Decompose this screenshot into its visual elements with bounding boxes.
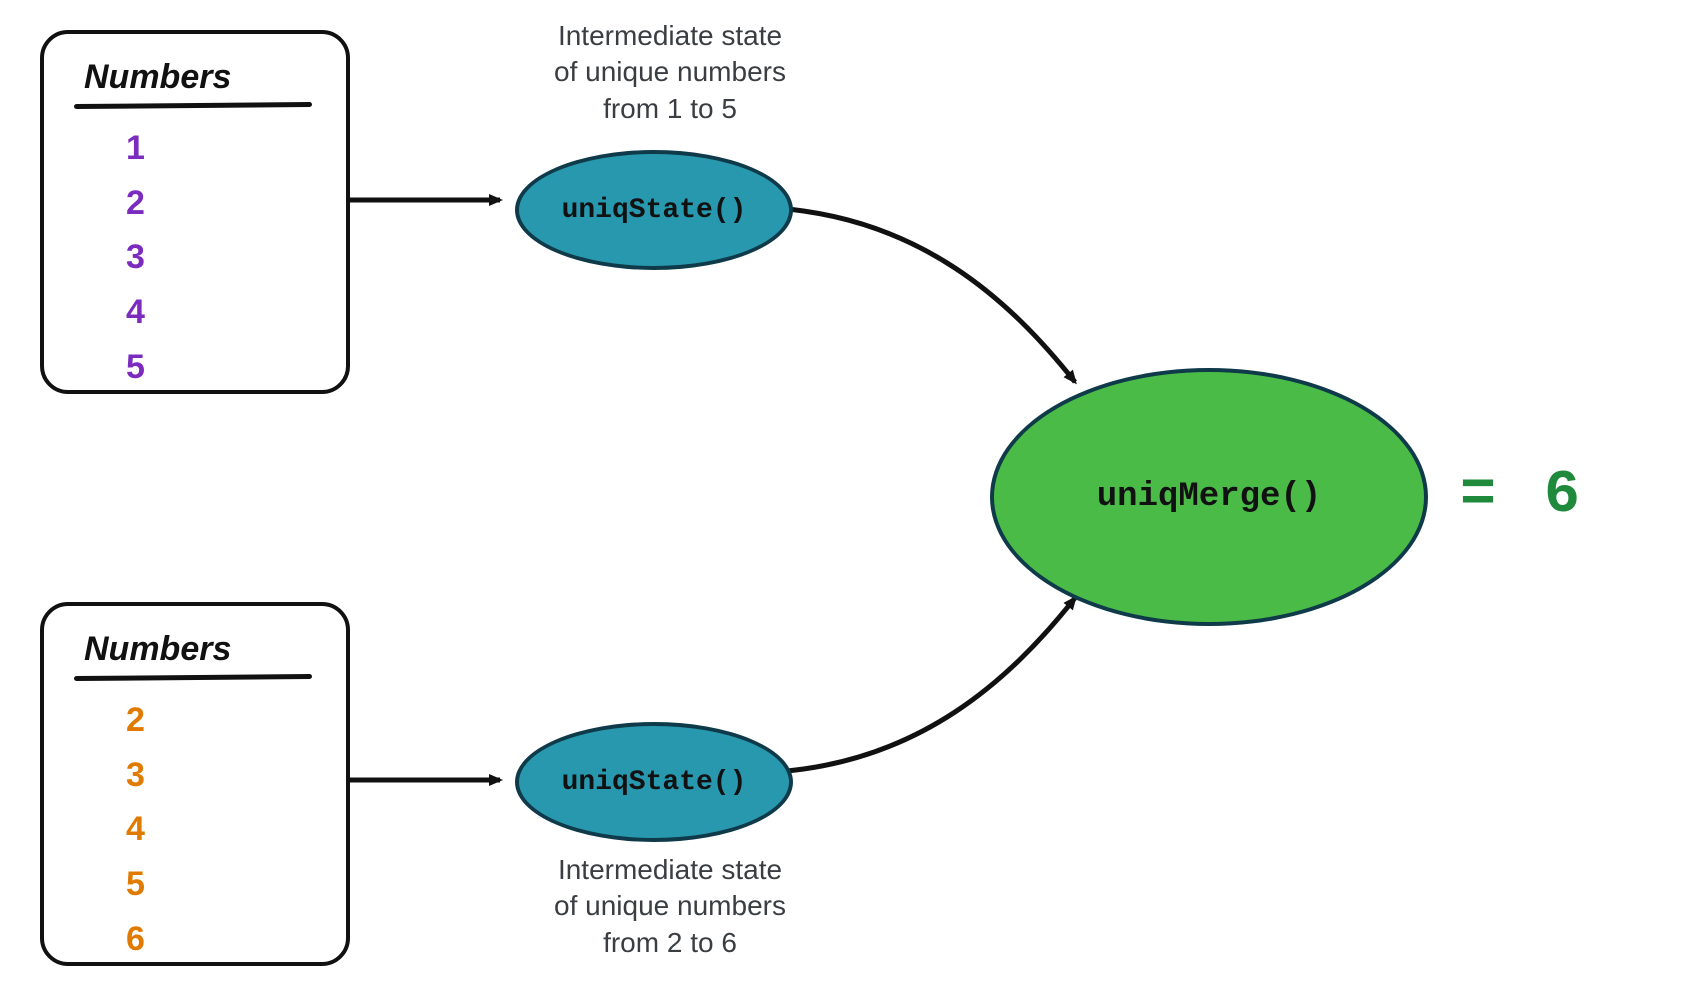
caption-bottom-line2: of unique numbers <box>480 888 860 924</box>
number-item: 6 <box>126 913 320 966</box>
result-prefix: = <box>1460 462 1544 530</box>
uniqstate-top: uniqState() <box>515 150 793 270</box>
uniqstate-bottom: uniqState() <box>515 722 793 842</box>
caption-bottom-line3: from 2 to 6 <box>480 925 860 961</box>
caption-bottom-line1: Intermediate state <box>480 852 860 888</box>
uniqmerge-label: uniqMerge() <box>1097 478 1321 516</box>
underline-bottom <box>74 674 312 681</box>
numbers-title-bottom: Numbers <box>84 630 320 669</box>
number-item: 2 <box>126 694 320 747</box>
number-item: 2 <box>126 177 320 230</box>
number-item: 4 <box>126 286 320 339</box>
result-value: 6 <box>1544 462 1586 530</box>
uniqstate-top-label: uniqState() <box>562 195 747 226</box>
caption-top-line1: Intermediate state <box>480 18 860 54</box>
numbers-title-top: Numbers <box>84 58 320 97</box>
caption-bottom: Intermediate state of unique numbers fro… <box>480 852 860 961</box>
merge-result: = 6 <box>1460 462 1586 530</box>
uniqstate-bottom-label: uniqState() <box>562 767 747 798</box>
caption-top-line2: of unique numbers <box>480 54 860 90</box>
caption-top-line3: from 1 to 5 <box>480 91 860 127</box>
uniqmerge: uniqMerge() <box>990 368 1428 626</box>
number-item: 3 <box>126 749 320 802</box>
numbers-box-top: Numbers 1 2 3 4 5 <box>40 30 350 394</box>
number-item: 3 <box>126 231 320 284</box>
number-item: 1 <box>126 122 320 175</box>
number-item: 5 <box>126 341 320 394</box>
numbers-box-bottom: Numbers 2 3 4 5 6 <box>40 602 350 966</box>
underline-top <box>74 102 312 109</box>
numbers-list-top: 1 2 3 4 5 <box>70 122 320 393</box>
caption-top: Intermediate state of unique numbers fro… <box>480 18 860 127</box>
number-item: 5 <box>126 858 320 911</box>
numbers-list-bottom: 2 3 4 5 6 <box>70 694 320 965</box>
number-item: 4 <box>126 803 320 856</box>
